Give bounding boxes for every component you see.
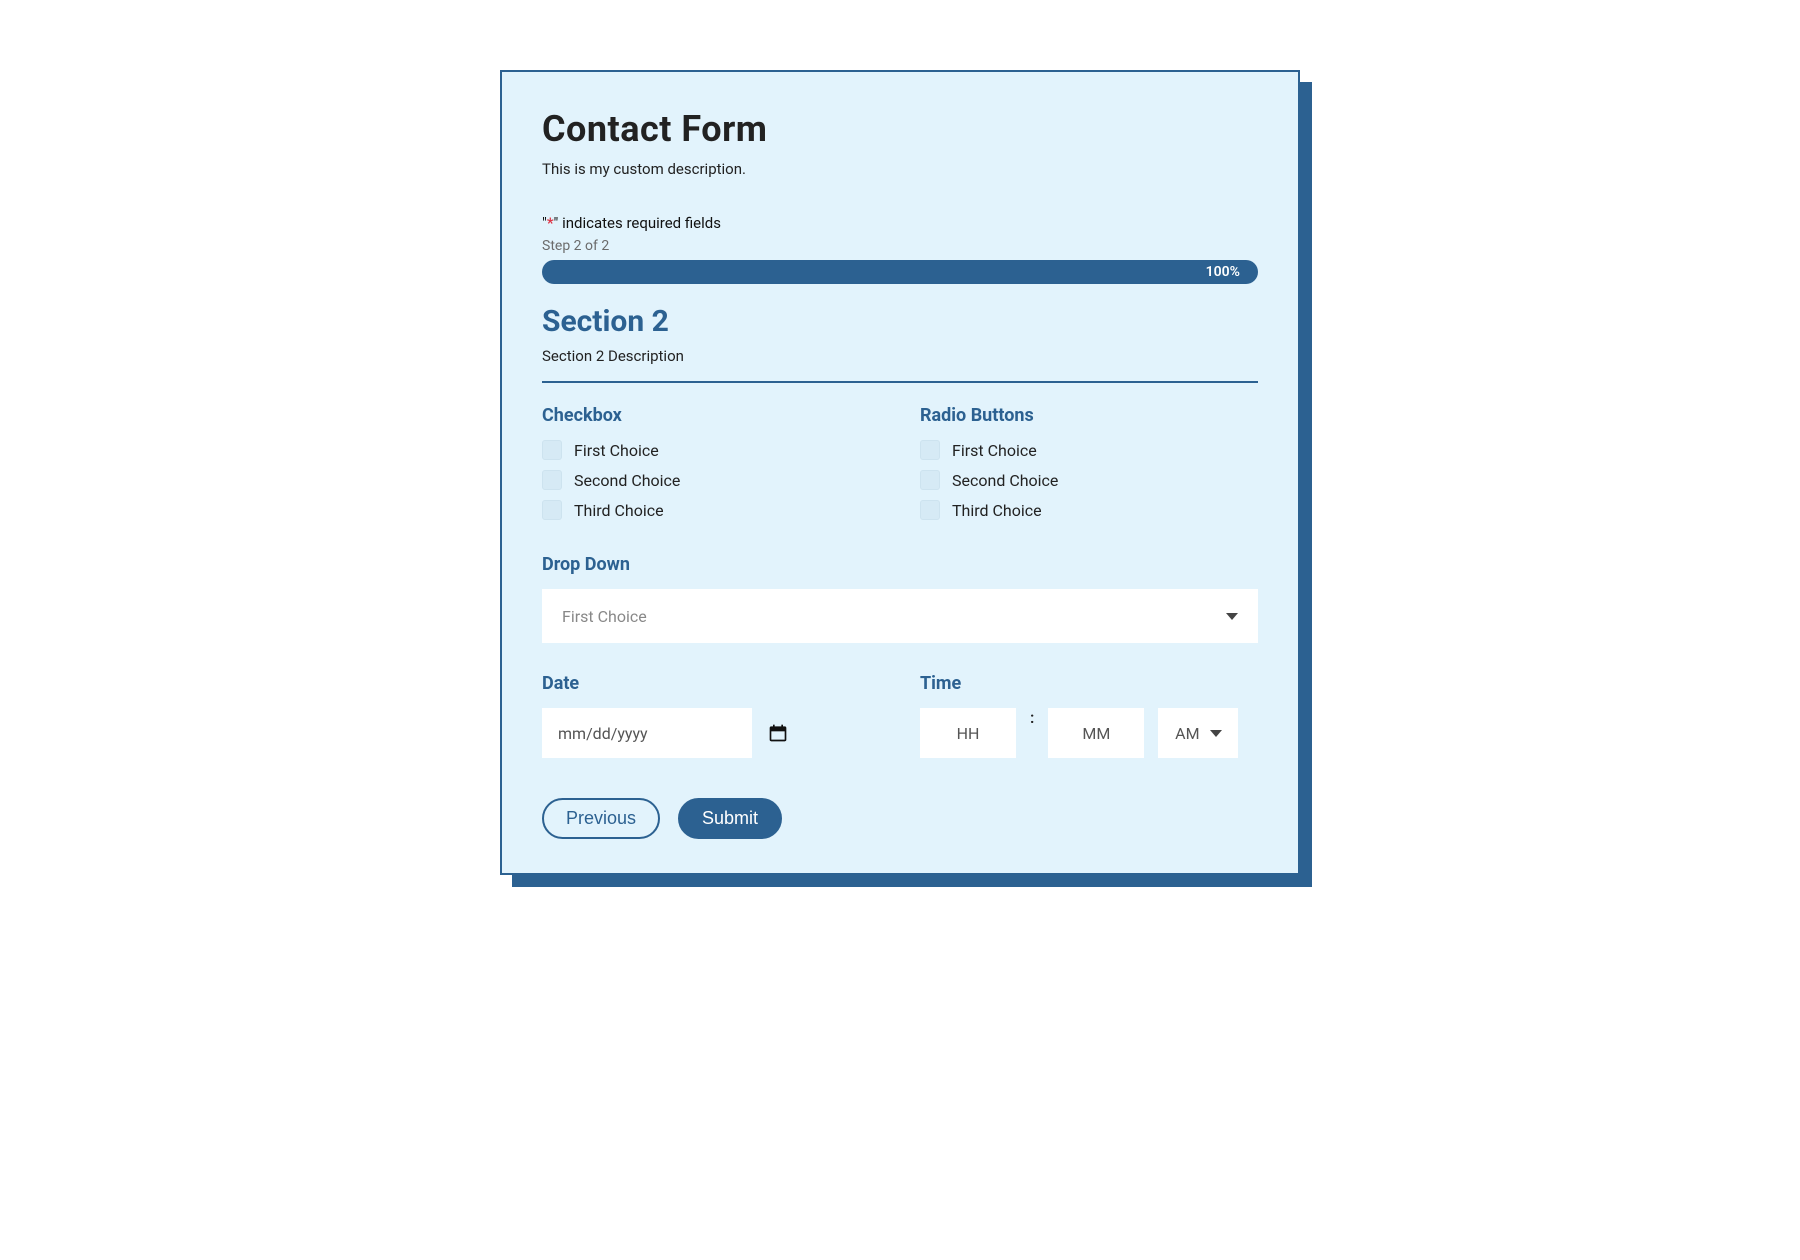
radio-options: First Choice Second Choice Third Choice bbox=[920, 440, 1258, 520]
section-divider bbox=[542, 381, 1258, 383]
checkbox-field-label: Checkbox bbox=[542, 405, 880, 426]
time-hours-placeholder: HH bbox=[957, 724, 980, 743]
checkbox-option-label: Second Choice bbox=[574, 471, 680, 490]
radio-icon bbox=[920, 470, 940, 490]
radio-icon bbox=[920, 500, 940, 520]
dropdown-field: Drop Down First Choice bbox=[542, 554, 1258, 643]
previous-button[interactable]: Previous bbox=[542, 798, 660, 839]
submit-button[interactable]: Submit bbox=[678, 798, 782, 839]
form-container: Contact Form This is my custom descripti… bbox=[500, 70, 1300, 875]
checkbox-field: Checkbox First Choice Second Choice Thir… bbox=[542, 405, 880, 520]
checkbox-options: First Choice Second Choice Third Choice bbox=[542, 440, 880, 520]
button-row: Previous Submit bbox=[542, 798, 1258, 839]
date-input-placeholder: mm/dd/yyyy bbox=[558, 724, 648, 743]
checkbox-option[interactable]: Second Choice bbox=[542, 470, 880, 490]
form-description: This is my custom description. bbox=[542, 160, 1258, 178]
checkbox-icon bbox=[542, 470, 562, 490]
choices-row: Checkbox First Choice Second Choice Thir… bbox=[542, 405, 1258, 520]
dropdown-selected-value: First Choice bbox=[562, 607, 647, 626]
required-note-star: * bbox=[547, 214, 554, 232]
time-separator: : bbox=[1030, 708, 1034, 727]
form-card: Contact Form This is my custom descripti… bbox=[500, 70, 1300, 875]
radio-icon bbox=[920, 440, 940, 460]
dropdown-select[interactable]: First Choice bbox=[542, 589, 1258, 643]
radio-field-label: Radio Buttons bbox=[920, 405, 1258, 426]
radio-field: Radio Buttons First Choice Second Choice… bbox=[920, 405, 1258, 520]
required-note-text: " indicates required fields bbox=[554, 214, 721, 232]
checkbox-option[interactable]: First Choice bbox=[542, 440, 880, 460]
date-field-label: Date bbox=[542, 673, 880, 694]
time-ampm-select[interactable]: AM bbox=[1158, 708, 1238, 758]
time-field: Time HH : MM AM bbox=[920, 673, 1258, 758]
date-field: Date mm/dd/yyyy bbox=[542, 673, 880, 758]
section-title: Section 2 bbox=[542, 304, 1258, 339]
radio-option-label: First Choice bbox=[952, 441, 1037, 460]
chevron-down-icon bbox=[1210, 730, 1222, 737]
time-ampm-value: AM bbox=[1175, 724, 1199, 743]
required-fields-note: "*" indicates required fields bbox=[542, 214, 1258, 232]
dropdown-field-label: Drop Down bbox=[542, 554, 1258, 575]
step-indicator: Step 2 of 2 bbox=[542, 238, 1258, 254]
date-time-row: Date mm/dd/yyyy Time bbox=[542, 673, 1258, 758]
chevron-down-icon bbox=[1226, 613, 1238, 620]
progress-percent: 100% bbox=[1206, 264, 1240, 280]
checkbox-option[interactable]: Third Choice bbox=[542, 500, 880, 520]
time-field-label: Time bbox=[920, 673, 1258, 694]
section-description: Section 2 Description bbox=[542, 347, 1258, 365]
radio-option[interactable]: First Choice bbox=[920, 440, 1258, 460]
radio-option-label: Third Choice bbox=[952, 501, 1042, 520]
radio-option[interactable]: Second Choice bbox=[920, 470, 1258, 490]
radio-option[interactable]: Third Choice bbox=[920, 500, 1258, 520]
radio-option-label: Second Choice bbox=[952, 471, 1058, 490]
time-minutes-placeholder: MM bbox=[1082, 724, 1110, 743]
progress-bar: 100% bbox=[542, 260, 1258, 284]
time-input-row: HH : MM AM bbox=[920, 708, 1258, 758]
checkbox-icon bbox=[542, 500, 562, 520]
checkbox-option-label: Third Choice bbox=[574, 501, 664, 520]
date-input-row: mm/dd/yyyy bbox=[542, 708, 880, 758]
time-hours-input[interactable]: HH bbox=[920, 708, 1016, 758]
date-input[interactable]: mm/dd/yyyy bbox=[542, 708, 752, 758]
calendar-icon[interactable] bbox=[768, 723, 788, 743]
checkbox-option-label: First Choice bbox=[574, 441, 659, 460]
form-title: Contact Form bbox=[542, 108, 1258, 150]
time-minutes-input[interactable]: MM bbox=[1048, 708, 1144, 758]
checkbox-icon bbox=[542, 440, 562, 460]
